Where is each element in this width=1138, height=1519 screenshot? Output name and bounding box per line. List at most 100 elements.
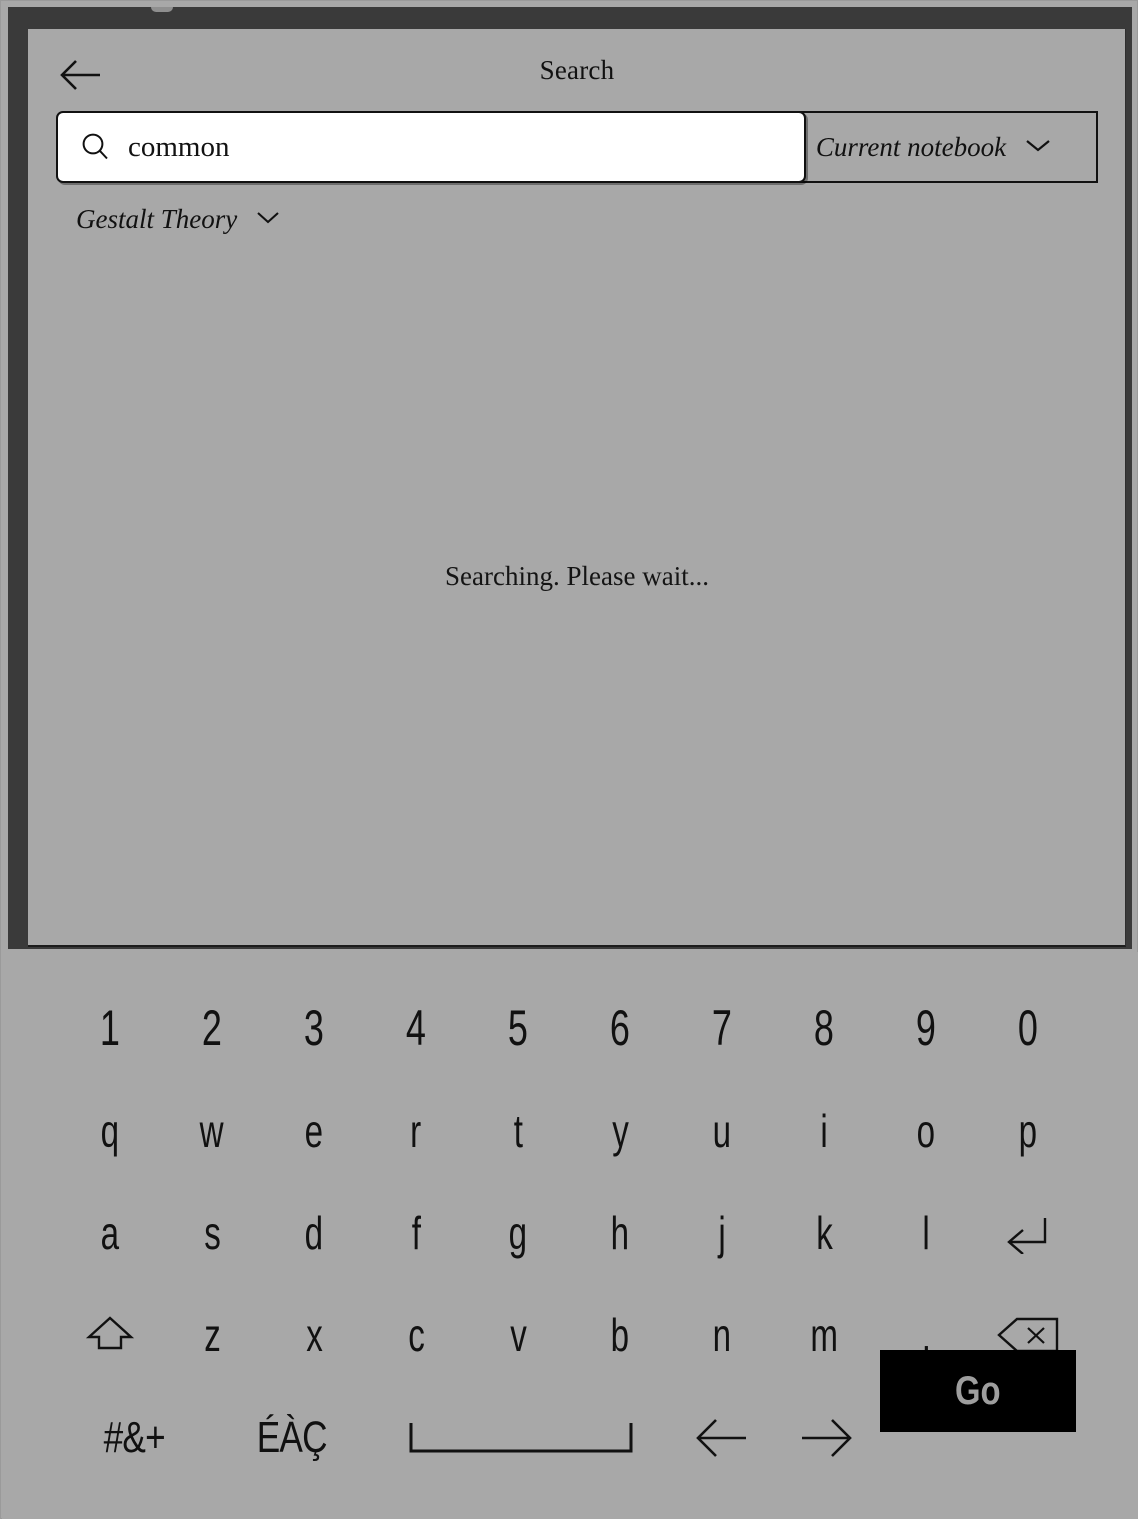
key-g-label: g [508,1207,528,1259]
key-9[interactable]: 9 [878,978,974,1078]
key-e[interactable]: e [266,1081,362,1181]
key-w[interactable]: w [164,1081,260,1181]
key-d[interactable]: d [266,1183,362,1283]
device-bezel: Search Current notebook common Gestalt T… [8,7,1132,949]
key-p-label: p [1018,1105,1038,1157]
key-4[interactable]: 4 [368,978,464,1078]
app-screen: Search Current notebook common Gestalt T… [28,29,1126,947]
key-u-label: u [712,1105,732,1157]
key-i[interactable]: i [776,1081,872,1181]
key-o[interactable]: o [878,1081,974,1181]
key-v[interactable]: v [470,1285,566,1385]
notebook-filter-dropdown[interactable]: Gestalt Theory [76,204,281,235]
key-symbols-label: #&+ [103,1413,165,1462]
search-scope-dropdown[interactable]: Current notebook [770,111,1098,183]
device-screenshot: Search Current notebook common Gestalt T… [0,0,1138,1519]
key-cursor-right[interactable] [794,1388,856,1488]
key-shift[interactable] [62,1285,158,1385]
key-b[interactable]: b [572,1285,668,1385]
key-2-label: 2 [201,1000,223,1056]
key-4-label: 4 [405,1000,427,1056]
key-accents[interactable]: ÉÀÇ [222,1388,362,1488]
key-1-label: 1 [99,1000,121,1056]
key-7[interactable]: 7 [674,978,770,1078]
key-3-label: 3 [303,1000,325,1056]
key-i-label: i [820,1105,828,1157]
key-u[interactable]: u [674,1081,770,1181]
key-accents-label: ÉÀÇ [256,1413,328,1462]
key-x[interactable]: x [266,1285,362,1385]
key-v-label: v [509,1309,527,1361]
key-6-label: 6 [609,1000,631,1056]
search-icon [80,132,110,162]
key-k-label: k [815,1207,833,1259]
key-r-label: r [410,1105,422,1157]
key-f[interactable]: f [368,1183,464,1283]
key-3[interactable]: 3 [266,978,362,1078]
shift-icon [84,1313,136,1357]
key-space[interactable] [409,1388,633,1488]
key-d-label: d [304,1207,324,1259]
key-space-icon [409,1421,633,1455]
key-s[interactable]: s [164,1183,260,1283]
key-c-label: c [407,1309,425,1361]
key-5[interactable]: 5 [470,978,566,1078]
key-7-label: 7 [711,1000,733,1056]
key-z-label: z [203,1309,221,1361]
key-cursor-left[interactable] [692,1388,754,1488]
go-button[interactable]: Go [880,1350,1076,1432]
search-row: Current notebook common [56,111,1098,183]
key-e-label: e [304,1105,324,1157]
key-x-label: x [305,1309,323,1361]
page-title: Search [539,55,615,85]
key-g[interactable]: g [470,1183,566,1283]
key-l[interactable]: l [878,1183,974,1283]
search-scope-label: Current notebook [815,131,1007,162]
key-p[interactable]: p [980,1081,1076,1181]
on-screen-keyboard: 1234567890 qwertyuiop asdfghjkl zxcvbnm.… [2,952,1138,1519]
key-n-label: n [712,1309,732,1361]
search-input-field[interactable]: common [56,111,806,183]
key-k[interactable]: k [776,1183,872,1283]
key-c[interactable]: c [368,1285,464,1385]
key-5-label: 5 [507,1000,529,1056]
key-m[interactable]: m [776,1285,872,1385]
key-1[interactable]: 1 [62,978,158,1078]
keyboard-row-asdf: as d f ghj kl [2,1183,1138,1283]
chevron-down-icon [255,210,281,230]
key-cursor-left-icon [692,1414,754,1462]
key-0[interactable]: 0 [980,978,1076,1078]
key-6[interactable]: 6 [572,978,668,1078]
enter-icon [1001,1212,1055,1254]
key-s-label: s [203,1207,221,1259]
keyboard-row-bottom: #&+ ÉÀÇ Go [2,1350,1138,1488]
notebook-filter-label: Gestalt Theory [76,204,238,234]
key-j-label: j [718,1207,726,1259]
key-8[interactable]: 8 [776,978,872,1078]
key-symbols[interactable]: #&+ [64,1388,204,1488]
key-q[interactable]: q [62,1081,158,1181]
search-input-value[interactable]: common [128,131,230,164]
keyboard-row-numbers: 1 2 3 4 5 6 7 8 9 0 [2,978,1138,1078]
key-2[interactable]: 2 [164,978,260,1078]
bezel-notch [151,7,173,12]
key-8-label: 8 [813,1000,835,1056]
key-enter[interactable] [980,1183,1076,1283]
key-f-label: f [411,1207,421,1259]
key-9-label: 9 [915,1000,937,1056]
go-button-label: Go [955,1368,1001,1413]
key-o-label: o [916,1105,936,1157]
key-t[interactable]: t [470,1081,566,1181]
key-n[interactable]: n [674,1285,770,1385]
key-0-label: 0 [1017,1000,1039,1056]
key-h[interactable]: h [572,1183,668,1283]
keyboard-row-qwerty: qw e rtyu i o p [2,1081,1138,1181]
key-cursor-right-icon [794,1414,856,1462]
key-z[interactable]: z [164,1285,260,1385]
key-w-label: w [200,1105,224,1157]
key-r[interactable]: r [368,1081,464,1181]
key-a[interactable]: a [62,1183,158,1283]
key-y[interactable]: y [572,1081,668,1181]
key-j[interactable]: j [674,1183,770,1283]
key-b-label: b [610,1309,630,1361]
